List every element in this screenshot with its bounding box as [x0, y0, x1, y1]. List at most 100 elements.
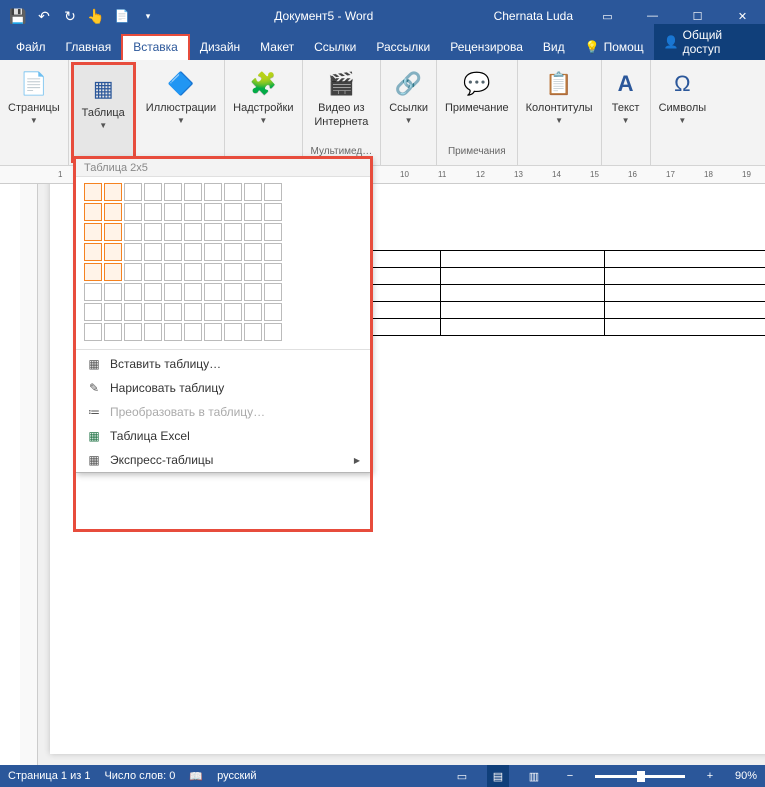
grid-cell[interactable] [204, 243, 222, 261]
tab-view[interactable]: Вид [533, 36, 575, 60]
grid-cell[interactable] [164, 183, 182, 201]
grid-cell[interactable] [264, 203, 282, 221]
grid-cell[interactable] [224, 323, 242, 341]
grid-cell[interactable] [264, 263, 282, 281]
grid-cell[interactable] [104, 243, 122, 261]
grid-cell[interactable] [224, 243, 242, 261]
addins-button[interactable]: 🧩 Надстройки ▼ [233, 68, 293, 125]
grid-cell[interactable] [264, 323, 282, 341]
links-button[interactable]: 🔗 Ссылки ▼ [389, 68, 428, 125]
grid-cell[interactable] [244, 323, 262, 341]
grid-cell[interactable] [224, 263, 242, 281]
user-name[interactable]: Chernata Luda [482, 9, 585, 23]
zoom-level[interactable]: 90% [735, 770, 757, 782]
grid-cell[interactable] [124, 263, 142, 281]
grid-cell[interactable] [124, 243, 142, 261]
undo-icon[interactable]: ↶ [34, 6, 54, 26]
grid-cell[interactable] [164, 283, 182, 301]
tab-mailings[interactable]: Рассылки [366, 36, 440, 60]
grid-cell[interactable] [124, 303, 142, 321]
grid-cell[interactable] [84, 323, 102, 341]
grid-cell[interactable] [124, 323, 142, 341]
ribbon-options-icon[interactable]: ▭ [585, 0, 630, 32]
grid-cell[interactable] [264, 303, 282, 321]
menu-quick-tables[interactable]: ▦ Экспресс-таблицы ▶ [76, 448, 370, 472]
tab-file[interactable]: Файл [6, 36, 56, 60]
grid-cell[interactable] [84, 283, 102, 301]
grid-cell[interactable] [204, 303, 222, 321]
grid-cell[interactable] [164, 263, 182, 281]
grid-cell[interactable] [264, 223, 282, 241]
grid-cell[interactable] [184, 223, 202, 241]
comment-button[interactable]: 💬 Примечание [445, 68, 509, 114]
grid-cell[interactable] [184, 323, 202, 341]
grid-cell[interactable] [264, 183, 282, 201]
read-mode-icon[interactable]: ▭ [451, 765, 473, 787]
grid-cell[interactable] [124, 223, 142, 241]
tab-design[interactable]: Дизайн [190, 36, 250, 60]
touch-mode-icon[interactable]: 👆 [86, 6, 106, 26]
grid-cell[interactable] [204, 203, 222, 221]
zoom-in-button[interactable]: + [699, 765, 721, 787]
tab-layout[interactable]: Макет [250, 36, 304, 60]
tab-help[interactable]: 💡 Помощ [575, 36, 654, 60]
save-icon[interactable]: 💾 [8, 6, 28, 26]
grid-cell[interactable] [244, 263, 262, 281]
grid-cell[interactable] [144, 303, 162, 321]
grid-cell[interactable] [84, 243, 102, 261]
zoom-out-button[interactable]: − [559, 765, 581, 787]
pages-button[interactable]: 📄 Страницы ▼ [8, 68, 60, 125]
share-button[interactable]: 👤 Общий доступ [654, 24, 765, 60]
grid-cell[interactable] [84, 263, 102, 281]
grid-cell[interactable] [104, 303, 122, 321]
grid-cell[interactable] [124, 203, 142, 221]
grid-cell[interactable] [184, 203, 202, 221]
grid-cell[interactable] [224, 203, 242, 221]
grid-cell[interactable] [184, 263, 202, 281]
symbols-button[interactable]: Ω Символы ▼ [659, 68, 707, 125]
print-layout-icon[interactable]: ▤ [487, 765, 509, 787]
menu-draw-table[interactable]: ✎ Нарисовать таблицу [76, 376, 370, 400]
grid-cell[interactable] [204, 323, 222, 341]
grid-cell[interactable] [184, 183, 202, 201]
redo-icon[interactable]: ↻ [60, 6, 80, 26]
grid-cell[interactable] [144, 203, 162, 221]
zoom-slider[interactable] [595, 775, 685, 778]
tab-home[interactable]: Главная [56, 36, 122, 60]
grid-cell[interactable] [164, 203, 182, 221]
vertical-ruler[interactable] [20, 184, 38, 765]
grid-cell[interactable] [104, 263, 122, 281]
grid-cell[interactable] [104, 283, 122, 301]
grid-cell[interactable] [204, 223, 222, 241]
grid-cell[interactable] [244, 283, 262, 301]
grid-cell[interactable] [204, 263, 222, 281]
illustrations-button[interactable]: 🔷 Иллюстрации ▼ [146, 68, 216, 125]
web-layout-icon[interactable]: ▥ [523, 765, 545, 787]
grid-cell[interactable] [244, 243, 262, 261]
grid-cell[interactable] [144, 323, 162, 341]
grid-cell[interactable] [124, 283, 142, 301]
tab-insert[interactable]: Вставка [121, 34, 190, 60]
grid-cell[interactable] [144, 263, 162, 281]
grid-cell[interactable] [144, 223, 162, 241]
status-language[interactable]: русский [217, 770, 256, 782]
zoom-slider-thumb[interactable] [637, 771, 645, 782]
grid-cell[interactable] [104, 223, 122, 241]
grid-cell[interactable] [184, 283, 202, 301]
grid-cell[interactable] [204, 183, 222, 201]
grid-cell[interactable] [84, 223, 102, 241]
tab-references[interactable]: Ссылки [304, 36, 366, 60]
grid-cell[interactable] [204, 283, 222, 301]
grid-cell[interactable] [144, 243, 162, 261]
qat-customize-icon[interactable]: ▾ [138, 6, 158, 26]
spellcheck-icon[interactable]: 📖 [189, 770, 203, 783]
grid-cell[interactable] [224, 223, 242, 241]
new-doc-icon[interactable]: 📄 [112, 6, 132, 26]
grid-cell[interactable] [164, 223, 182, 241]
grid-cell[interactable] [244, 183, 262, 201]
grid-cell[interactable] [164, 323, 182, 341]
grid-cell[interactable] [264, 283, 282, 301]
grid-cell[interactable] [164, 303, 182, 321]
grid-cell[interactable] [144, 283, 162, 301]
grid-cell[interactable] [244, 303, 262, 321]
